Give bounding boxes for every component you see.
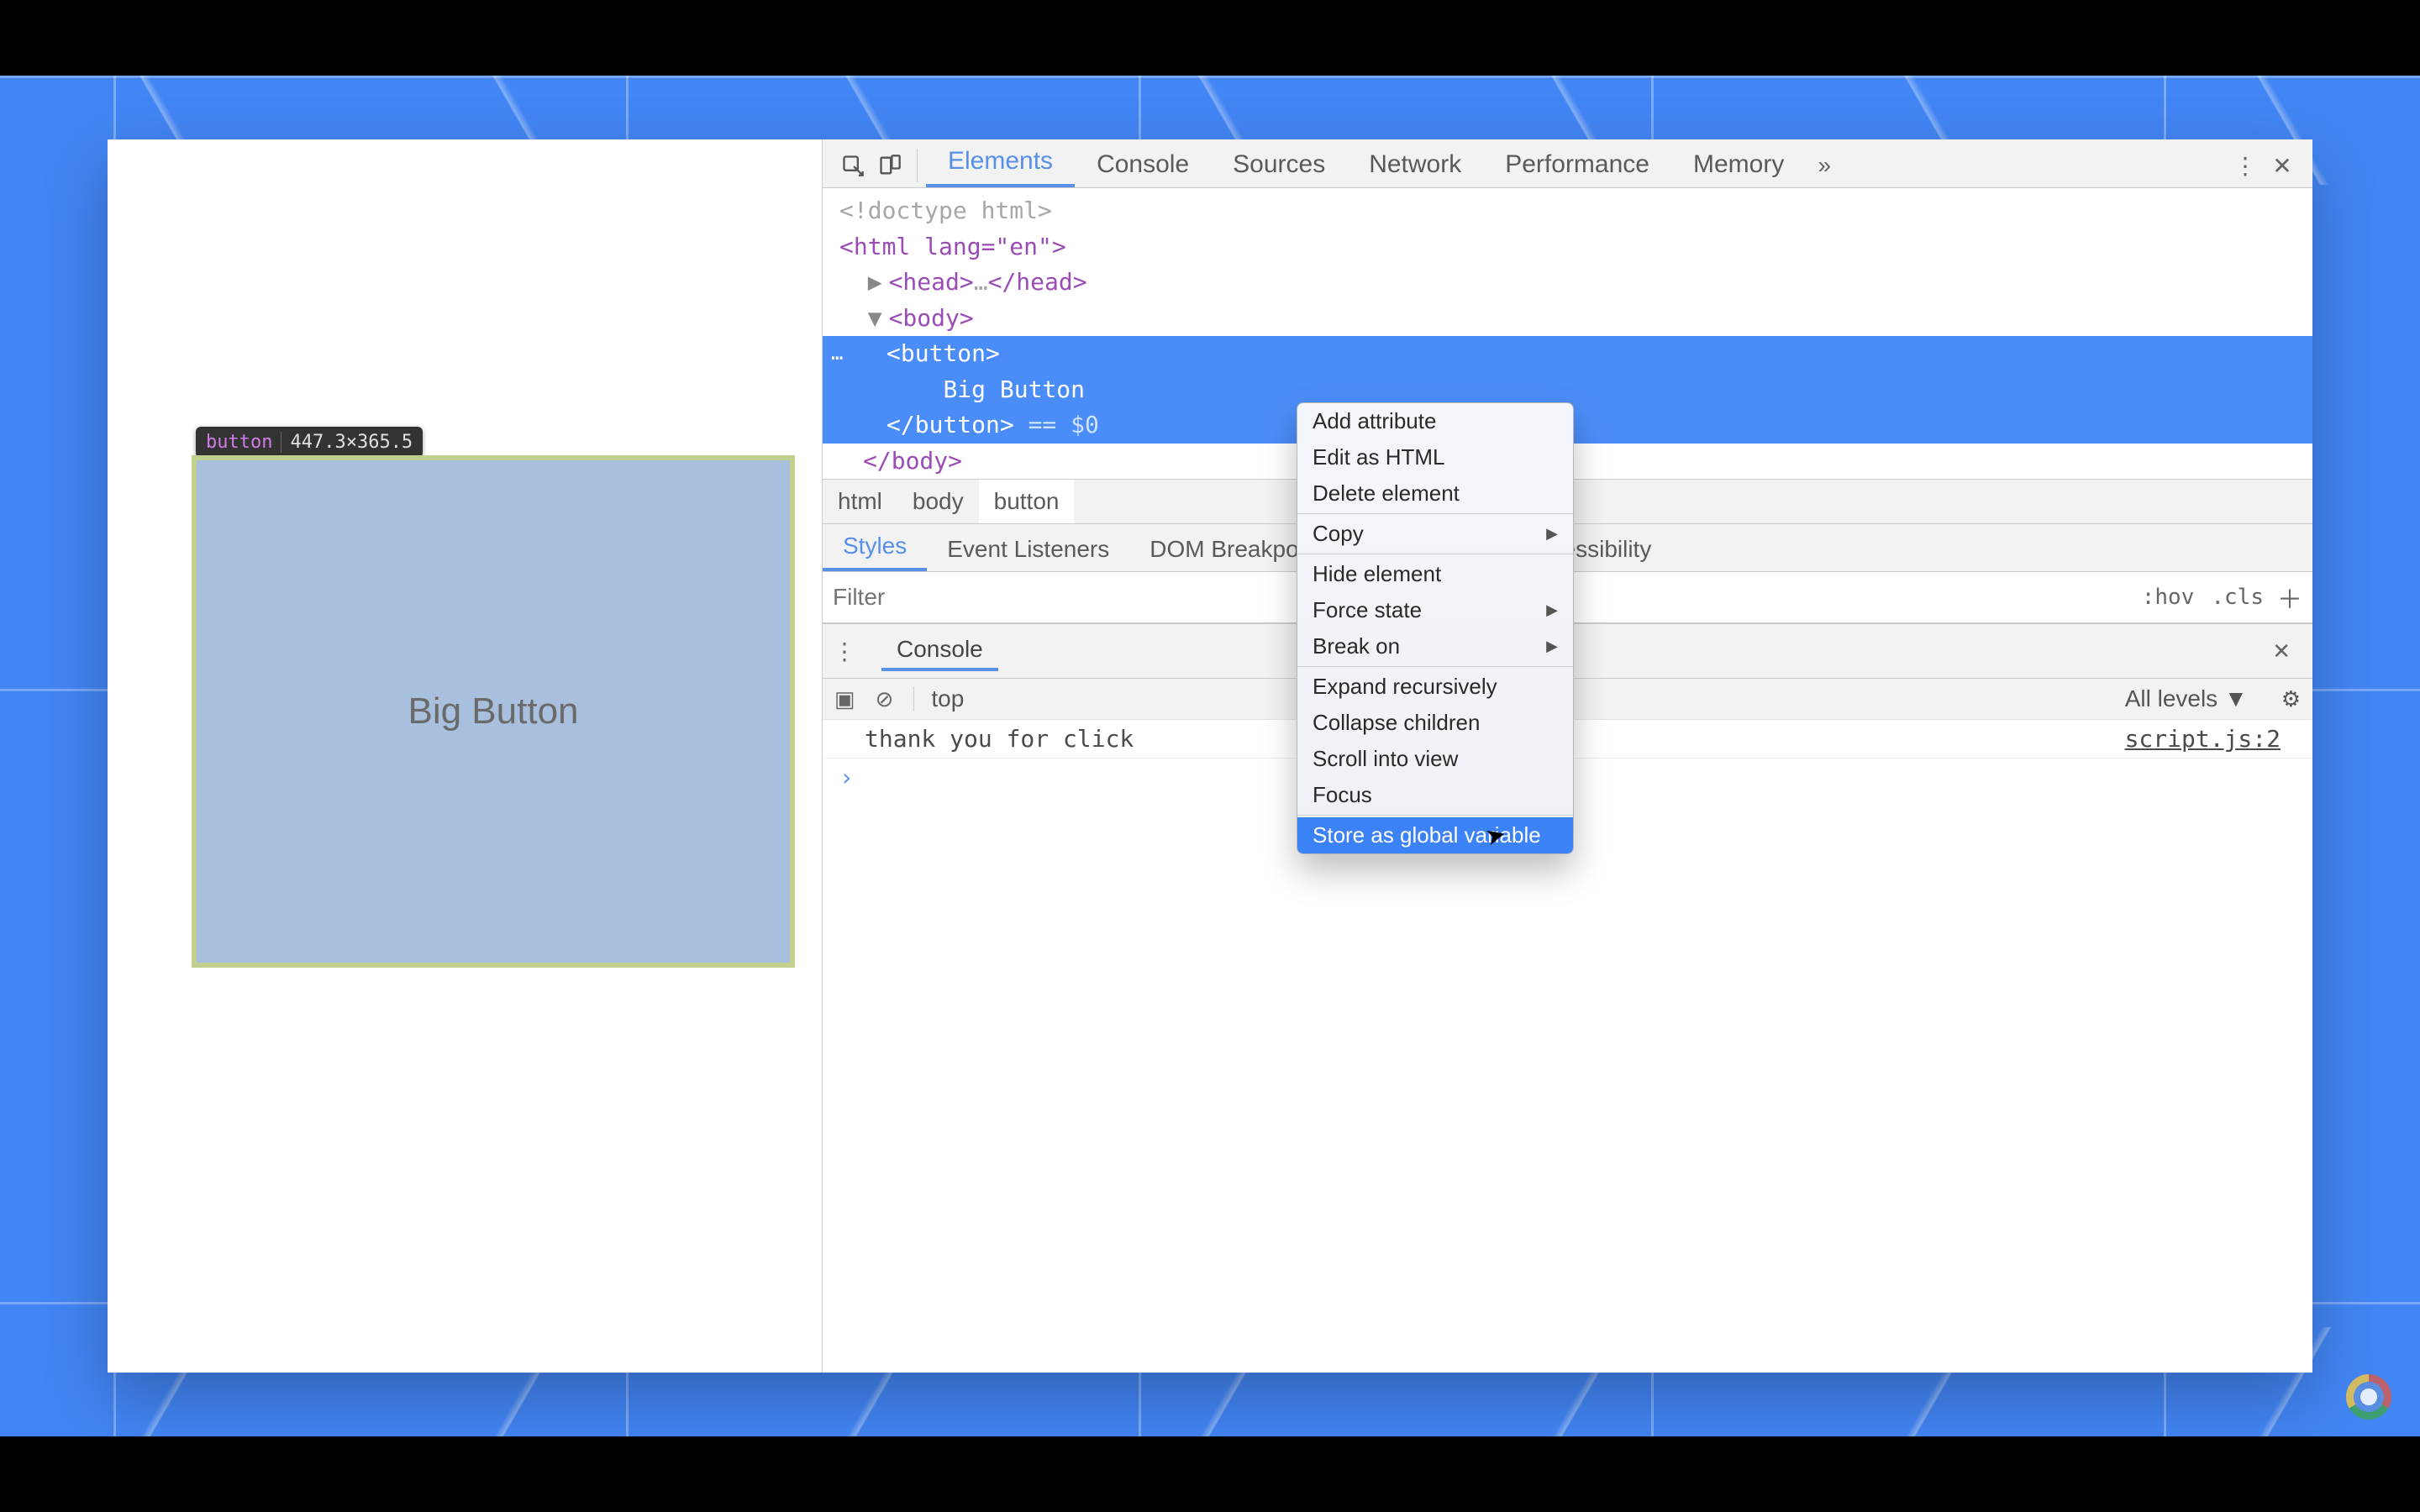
tab-performance[interactable]: Performance: [1483, 142, 1671, 187]
context-menu-label: Force state: [1313, 597, 1422, 623]
context-menu-label: Add attribute: [1313, 408, 1436, 434]
context-menu-item[interactable]: Hide element: [1297, 556, 1573, 592]
context-menu-label: Delete element: [1313, 480, 1460, 507]
dom-doctype[interactable]: <!doctype html>: [839, 193, 2312, 229]
cls-toggle[interactable]: .cls: [2211, 585, 2264, 610]
styles-tab-eventlisteners[interactable]: Event Listeners: [927, 528, 1129, 571]
drawer-tab-console[interactable]: Console: [881, 631, 998, 671]
close-devtools-icon[interactable]: ✕: [2264, 147, 2301, 184]
context-menu-item[interactable]: Delete element: [1297, 475, 1573, 512]
dom-body-close[interactable]: </body>: [839, 444, 2312, 480]
execute-icon[interactable]: ▣: [834, 686, 855, 712]
more-tabs-icon[interactable]: »: [1806, 147, 1843, 184]
tooltip-tagname: button: [206, 432, 272, 453]
context-menu-label: Expand recursively: [1313, 674, 1497, 700]
context-menu-item[interactable]: Copy ▶: [1297, 516, 1573, 552]
breadcrumb-body[interactable]: body: [897, 480, 979, 523]
context-menu-label: Copy: [1313, 521, 1364, 547]
dom-head[interactable]: ▶<head>…</head>: [839, 265, 2312, 301]
breadcrumb-html[interactable]: html: [823, 480, 897, 523]
context-menu-label: Collapse children: [1313, 710, 1480, 736]
log-levels-select[interactable]: All levels ▼: [2125, 685, 2248, 712]
submenu-arrow-icon: ▶: [1546, 638, 1558, 655]
context-menu-label: Focus: [1313, 782, 1372, 808]
presentation-background: button 447.3×365.5 Big Button: [0, 76, 2420, 1436]
tab-network[interactable]: Network: [1347, 142, 1483, 187]
submenu-arrow-icon: ▶: [1546, 525, 1558, 543]
context-menu-item[interactable]: Force state ▶: [1297, 592, 1573, 628]
submenu-arrow-icon: ▶: [1546, 601, 1558, 619]
device-toggle-icon[interactable]: [871, 147, 908, 184]
big-button-element[interactable]: Big Button: [192, 455, 795, 968]
context-menu-label: Scroll into view: [1313, 746, 1458, 772]
tab-sources[interactable]: Sources: [1211, 142, 1347, 187]
breadcrumb-button[interactable]: button: [979, 480, 1075, 523]
tab-elements[interactable]: Elements: [926, 139, 1075, 187]
dom-body-open[interactable]: ▼<body>: [839, 301, 2312, 337]
styles-tab-styles[interactable]: Styles: [823, 524, 927, 571]
console-log-source[interactable]: script.js:2: [1706, 720, 2312, 759]
tooltip-dimensions: 447.3×365.5: [281, 432, 413, 453]
console-settings-icon[interactable]: ⚙: [2281, 686, 2301, 712]
context-menu-label: Break on: [1313, 633, 1400, 659]
new-style-rule-icon[interactable]: ＋: [2277, 579, 2302, 616]
context-menu-label: Hide element: [1313, 561, 1441, 587]
big-button-label: Big Button: [408, 690, 578, 732]
chrome-logo-icon: [2346, 1374, 2391, 1420]
context-menu-item[interactable]: Focus: [1297, 777, 1573, 813]
context-menu-label: Store as global variable: [1313, 822, 1541, 848]
inspect-icon[interactable]: [834, 147, 871, 184]
tab-console[interactable]: Console: [1075, 142, 1211, 187]
context-menu-item[interactable]: Break on ▶: [1297, 628, 1573, 664]
rendered-page-pane: button 447.3×365.5 Big Button: [108, 139, 822, 1373]
drawer-kebab-icon[interactable]: ⋮: [833, 638, 856, 665]
context-menu-item[interactable]: Edit as HTML: [1297, 439, 1573, 475]
devtools-toolbar: Elements Console Sources Network Perform…: [823, 139, 2312, 188]
browser-window: button 447.3×365.5 Big Button: [108, 139, 2312, 1373]
element-inspect-tooltip: button 447.3×365.5: [196, 427, 423, 458]
clear-console-icon[interactable]: ⊘: [876, 686, 894, 712]
dom-html-open[interactable]: <html lang="en">: [839, 229, 2312, 265]
context-menu-item[interactable]: Expand recursively: [1297, 669, 1573, 705]
kebab-menu-icon[interactable]: ⋮: [2227, 147, 2264, 184]
context-menu-item[interactable]: Scroll into view: [1297, 741, 1573, 777]
context-menu-item[interactable]: Store as global variable: [1297, 817, 1573, 853]
execution-context[interactable]: top: [931, 685, 964, 712]
hov-toggle[interactable]: :hov: [2142, 585, 2195, 610]
context-menu-label: Edit as HTML: [1313, 444, 1445, 470]
context-menu-item[interactable]: Collapse children: [1297, 705, 1573, 741]
drawer-close-icon[interactable]: ✕: [2260, 638, 2302, 664]
selected-gutter-icon[interactable]: …: [831, 338, 844, 368]
tab-memory[interactable]: Memory: [1671, 142, 1806, 187]
context-menu: Add attribute Edit as HTML Delete element C…: [1297, 402, 1574, 854]
context-menu-item[interactable]: Add attribute: [1297, 403, 1573, 439]
